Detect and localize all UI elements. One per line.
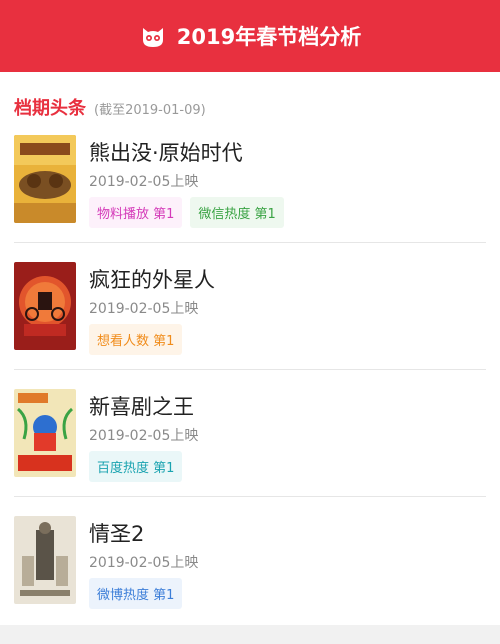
movie-item[interactable]: 新喜剧之王 2019-02-05上映 百度热度 第1: [0, 389, 500, 517]
movie-title[interactable]: 熊出没·原始时代: [89, 137, 243, 167]
release-date: 2019-02-05上映: [89, 555, 199, 571]
rank-badge: 百度热度 第1: [89, 451, 183, 482]
movie-poster[interactable]: [14, 135, 76, 223]
section-header: 档期头条 (截至2019-01-09): [14, 94, 206, 120]
rank-badge: 微信热度 第1: [190, 197, 284, 228]
tag-list: 想看人数 第1: [89, 324, 183, 355]
movie-title[interactable]: 新喜剧之王: [89, 391, 194, 421]
rank-badge: 想看人数 第1: [89, 324, 183, 355]
tag-list: 百度热度 第1: [89, 451, 183, 482]
movie-poster[interactable]: [14, 516, 76, 604]
headline-card: 档期头条 (截至2019-01-09) 熊出没·原始时代 2019-02-05上…: [0, 72, 500, 625]
page-header: 2019年春节档分析: [0, 0, 500, 72]
release-date: 2019-02-05上映: [89, 428, 199, 444]
release-date: 2019-02-05上映: [89, 174, 199, 190]
movie-poster[interactable]: [14, 262, 76, 350]
section-title: 档期头条: [14, 98, 86, 119]
tag-list: 微博热度 第1: [89, 578, 183, 609]
movie-item[interactable]: 疯狂的外星人 2019-02-05上映 想看人数 第1: [0, 262, 500, 390]
cat-logo-icon: [139, 22, 167, 50]
divider: [14, 242, 486, 243]
page-title: 2019年春节档分析: [176, 25, 362, 49]
release-date: 2019-02-05上映: [89, 301, 199, 317]
section-subtitle: (截至2019-01-09): [94, 103, 206, 118]
movie-item[interactable]: 情圣2 2019-02-05上映 微博热度 第1: [0, 516, 500, 644]
divider: [14, 496, 486, 497]
movie-poster[interactable]: [14, 389, 76, 477]
movie-title[interactable]: 疯狂的外星人: [89, 264, 215, 294]
tag-list: 物料播放 第1 微信热度 第1: [89, 197, 284, 228]
movie-item[interactable]: 熊出没·原始时代 2019-02-05上映 物料播放 第1 微信热度 第1: [0, 135, 500, 263]
movie-title[interactable]: 情圣2: [89, 518, 144, 548]
rank-badge: 物料播放 第1: [89, 197, 183, 228]
rank-badge: 微博热度 第1: [89, 578, 183, 609]
divider: [14, 369, 486, 370]
